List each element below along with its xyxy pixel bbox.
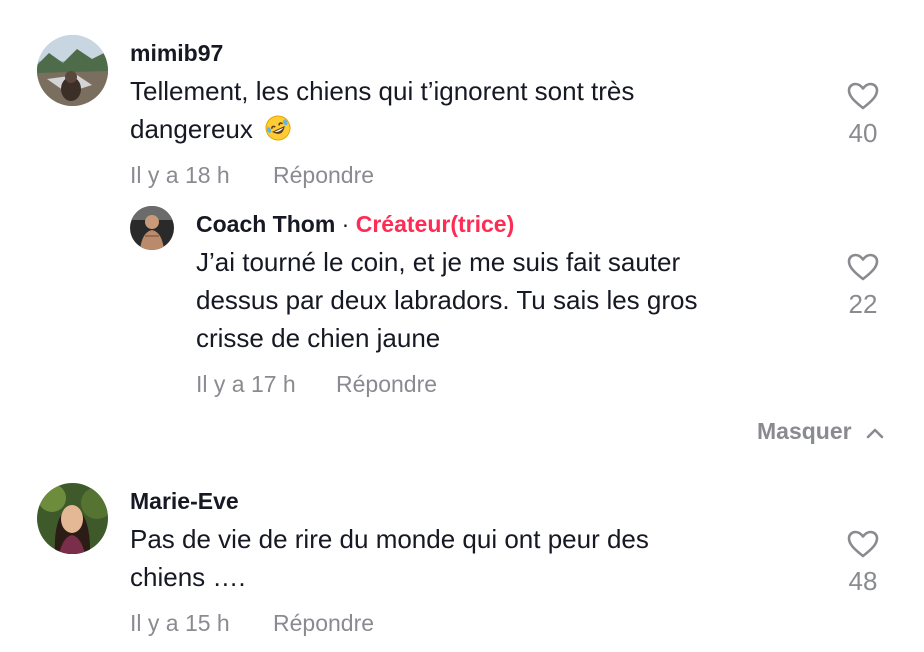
comment-text-line: J’ai tourné le coin, et je me suis fait … (196, 247, 681, 277)
comment-username: Coach Thom · Créateur(trice) (196, 211, 514, 238)
comment-text-line: chiens …. (130, 562, 246, 592)
hide-replies-label: Masquer (757, 418, 852, 444)
hide-replies-button[interactable]: Masquer (757, 418, 884, 445)
avatar-mimib97[interactable] (37, 35, 108, 106)
creator-username[interactable]: Coach Thom (196, 211, 335, 237)
avatar-coach-thom[interactable] (130, 206, 174, 250)
like-button[interactable]: 40 (833, 82, 893, 149)
separator: · (341, 211, 350, 237)
like-button[interactable]: 48 (833, 530, 893, 597)
comment-text-line: Pas de vie de rire du monde qui ont peur… (130, 524, 649, 554)
rolling-laughing-emoji-icon (264, 114, 292, 152)
comment-text-line: Tellement, les chiens qui t’ignorent son… (130, 76, 635, 106)
comment-text-line: crisse de chien jaune (196, 323, 441, 353)
heart-icon (847, 530, 879, 558)
like-button[interactable]: 22 (833, 253, 893, 320)
comment-text: Pas de vie de rire du monde qui ont peur… (130, 520, 649, 596)
comment-timestamp: Il y a 15 h (130, 610, 230, 636)
chevron-up-icon (866, 428, 884, 439)
comment-text: J’ai tourné le coin, et je me suis fait … (196, 243, 697, 357)
like-count: 48 (848, 566, 878, 596)
avatar-marie-eve[interactable] (37, 483, 108, 554)
heart-icon (847, 253, 879, 281)
creator-badge: Créateur(trice) (355, 211, 515, 237)
reply-button[interactable]: Répondre (273, 610, 374, 637)
like-count: 40 (848, 118, 878, 148)
comment-timestamp: Il y a 17 h (196, 371, 296, 397)
like-count: 22 (848, 289, 878, 319)
comment-username[interactable]: mimib97 (130, 40, 223, 67)
reply-button[interactable]: Répondre (273, 162, 374, 189)
heart-icon (847, 82, 879, 110)
comment-text: Tellement, les chiens qui t’ignorent son… (130, 72, 634, 152)
comment-timestamp: Il y a 18 h (130, 162, 230, 188)
comment-username[interactable]: Marie-Eve (130, 488, 239, 515)
comment-text-line: dessus par deux labradors. Tu sais les g… (196, 285, 698, 315)
comment-text-line: dangereux (130, 114, 253, 144)
reply-button[interactable]: Répondre (336, 371, 437, 398)
